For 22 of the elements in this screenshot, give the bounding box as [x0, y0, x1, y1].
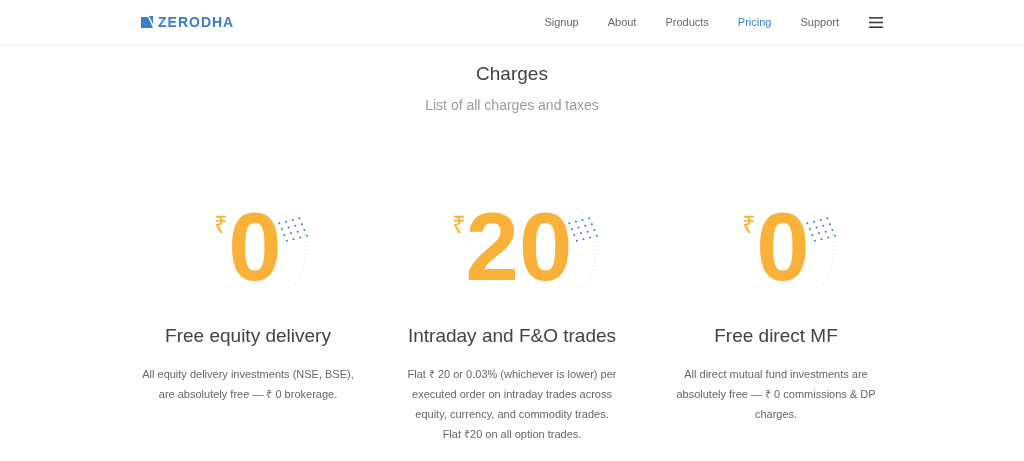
nav-link[interactable]: Pricing: [737, 16, 772, 28]
card-title: Free direct MF: [714, 325, 838, 347]
price-amount: 0: [756, 203, 810, 291]
nav-link[interactable]: Products: [665, 16, 709, 28]
rupee-symbol: ₹: [451, 210, 466, 240]
card-description: All equity delivery investments (NSE, BSE), are absolutely free — ₹ 0 brokerage.: [142, 367, 354, 402]
card-title: Free equity delivery: [165, 325, 331, 347]
menu-icon[interactable]: [869, 16, 883, 28]
nav-link[interactable]: Support: [800, 16, 839, 28]
card-description: All direct mutual fund investments are absolutely free — ₹ 0 commissions & DP charges.: [675, 367, 877, 422]
rupee-symbol: ₹: [214, 210, 229, 240]
price-amount: 0: [228, 203, 282, 291]
rupee-symbol: ₹: [742, 210, 757, 240]
nav-link[interactable]: Signup: [544, 16, 579, 28]
page-subtitle: List of all charges and taxes: [424, 97, 600, 113]
card-title: Intraday and F&O trades: [407, 325, 617, 347]
nav-link[interactable]: About: [607, 16, 637, 28]
card-description: Flat ₹ 20 or 0.03% (whichever is lower) per executed order on intraday trades across equity, currency, and commodity trades. Flat ₹20 on all option trades.: [406, 367, 618, 442]
price-amount: 20: [465, 203, 573, 291]
brand-name[interactable]: ZERODHA: [158, 14, 235, 30]
page-title: Charges: [475, 63, 549, 85]
logo-icon: [141, 16, 153, 28]
